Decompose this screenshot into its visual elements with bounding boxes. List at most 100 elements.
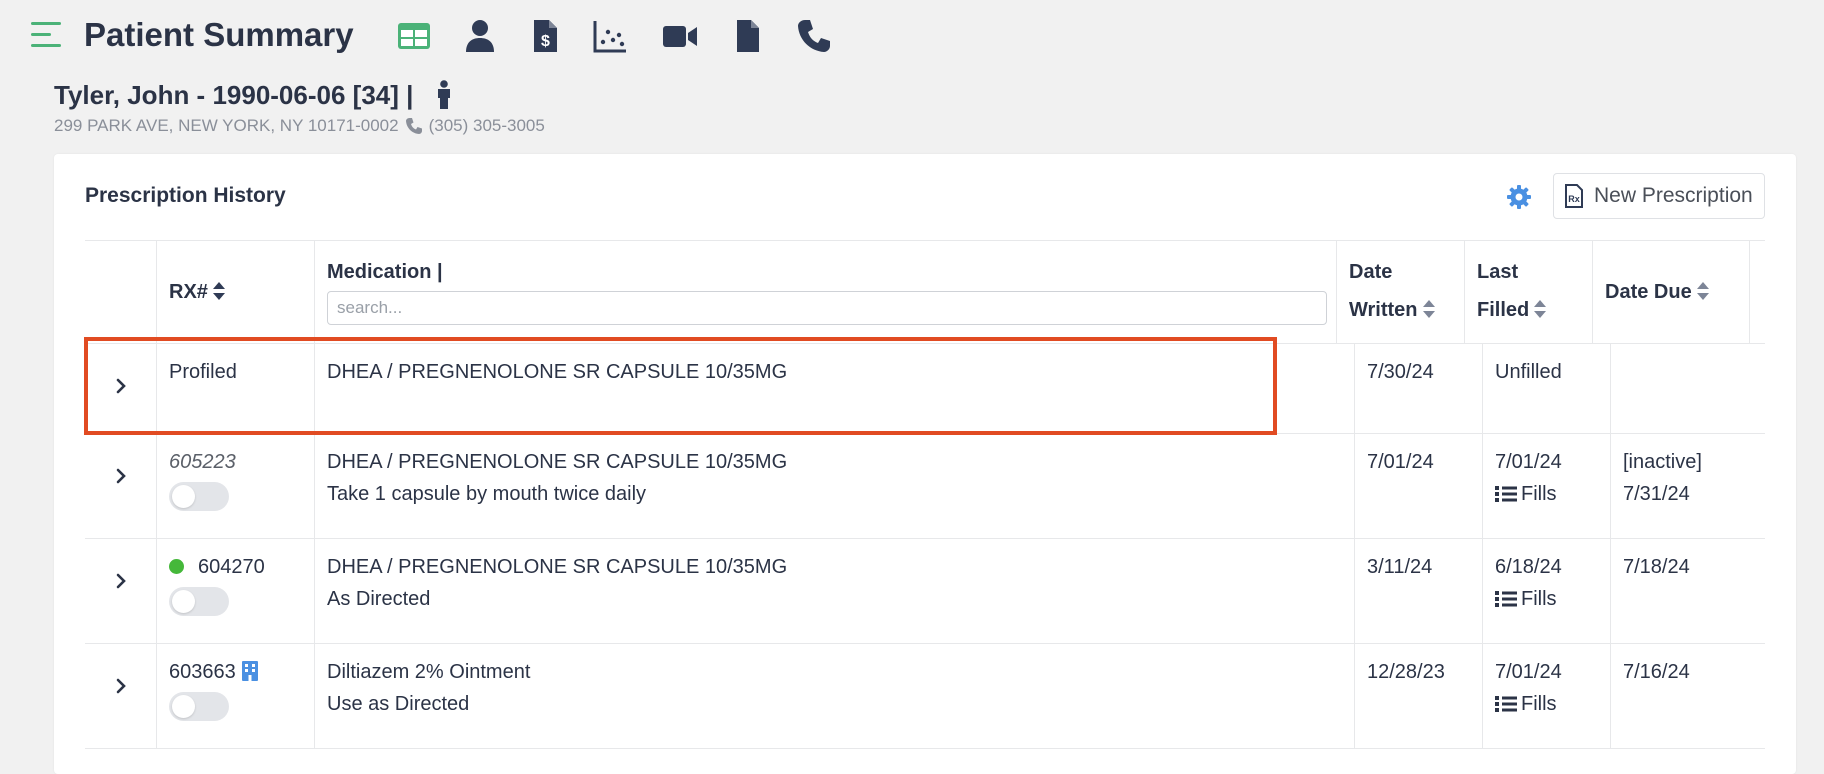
header-date-written[interactable]: Date Written <box>1337 241 1465 343</box>
auto-refill-toggle[interactable] <box>169 587 229 616</box>
status-active-dot <box>169 559 184 574</box>
patient-address: 299 PARK AVE, NEW YORK, NY 10171-0002 <box>54 116 399 135</box>
page-title: Patient Summary <box>84 16 354 53</box>
header-date-written-line2: Written <box>1349 299 1418 321</box>
header-medication-label: Medication | <box>327 261 443 283</box>
user-icon[interactable] <box>462 18 498 54</box>
date-due: 7/18/24 <box>1623 556 1690 578</box>
sort-icon[interactable] <box>1422 299 1436 319</box>
top-bar: Patient Summary $ <box>0 0 1824 74</box>
gear-icon[interactable] <box>1506 184 1532 210</box>
chevron-right-icon[interactable] <box>112 467 130 485</box>
rx-cell: 603663 <box>157 644 315 748</box>
date-due-status: [inactive] <box>1623 451 1702 473</box>
sort-icon[interactable] <box>212 281 226 301</box>
header-expand-col <box>85 241 157 343</box>
rx-cell: 605223 <box>157 434 315 538</box>
header-rx[interactable]: RX# <box>157 241 315 343</box>
rx-number: 603663 <box>169 661 236 683</box>
fills-label: Fills <box>1521 483 1557 505</box>
header-date-due[interactable]: Date Due <box>1593 241 1750 343</box>
new-prescription-button[interactable]: Rx New Prescription <box>1553 173 1765 219</box>
sort-icon[interactable] <box>1696 281 1710 301</box>
fills-link[interactable]: Fills <box>1495 583 1562 615</box>
expand-cell <box>85 644 157 748</box>
patient-name: Tyler, John - 1990-06-06 [34] | <box>54 80 414 110</box>
date-written-cell: 12/28/23 <box>1355 644 1483 748</box>
medication-search-input[interactable] <box>327 291 1327 325</box>
header-rx-label: RX# <box>169 281 208 303</box>
building-icon <box>241 661 258 681</box>
date-due-cell <box>1611 344 1765 433</box>
header-date-due-label: Date Due <box>1605 281 1692 303</box>
phone-icon <box>405 117 423 135</box>
table-row[interactable]: 603663 Diltiazem 2% Ointment Use as Dire… <box>85 644 1765 749</box>
date-due: 7/16/24 <box>1623 661 1690 683</box>
video-icon[interactable] <box>662 18 698 54</box>
medication-cell: Diltiazem 2% Ointment Use as Directed <box>315 644 1355 748</box>
fills-link[interactable]: Fills <box>1495 478 1562 510</box>
chevron-right-icon[interactable] <box>112 677 130 695</box>
list-icon <box>1495 591 1517 607</box>
chart-scatter-icon[interactable] <box>592 18 628 54</box>
menu-icon[interactable] <box>31 20 63 50</box>
date-written: 12/28/23 <box>1367 661 1445 683</box>
date-written: 7/30/24 <box>1367 361 1434 383</box>
invoice-icon[interactable]: $ <box>527 18 563 54</box>
document-icon[interactable] <box>730 18 766 54</box>
table-icon[interactable] <box>396 18 432 54</box>
medication-name: DHEA / PREGNENOLONE SR CAPSULE 10/35MG <box>327 556 788 578</box>
last-filled: 7/01/24 <box>1495 661 1562 683</box>
chevron-right-icon[interactable] <box>112 377 130 395</box>
rx-number: 605223 <box>169 451 236 473</box>
table-row[interactable]: 605223 DHEA / PREGNENOLONE SR CAPSULE 10… <box>85 434 1765 539</box>
chevron-right-icon[interactable] <box>112 572 130 590</box>
sort-icon[interactable] <box>1533 299 1547 319</box>
header-date-written-line1: Date <box>1349 261 1393 283</box>
header-last-filled-line2: Filled <box>1477 299 1530 321</box>
rx-cell: Profiled <box>157 344 315 433</box>
phone-icon[interactable] <box>796 18 832 54</box>
last-filled-cell: 7/01/24 Fills <box>1483 644 1611 748</box>
medication-name: DHEA / PREGNENOLONE SR CAPSULE 10/35MG <box>327 361 788 383</box>
date-written: 3/11/24 <box>1367 556 1433 578</box>
table-row[interactable]: 604270 DHEA / PREGNENOLONE SR CAPSULE 10… <box>85 539 1765 644</box>
patient-phone: (305) 305-3005 <box>428 116 545 135</box>
rx-number: Profiled <box>169 361 237 383</box>
header-last-filled[interactable]: Last Filled <box>1465 241 1593 343</box>
date-due: 7/31/24 <box>1623 483 1690 505</box>
patient-address-line: 299 PARK AVE, NEW YORK, NY 10171-0002 (3… <box>54 116 545 136</box>
table-row[interactable]: Profiled DHEA / PREGNENOLONE SR CAPSULE … <box>85 344 1765 434</box>
fills-label: Fills <box>1521 693 1557 715</box>
date-due-cell: 7/16/24 <box>1611 644 1765 748</box>
expand-cell <box>85 539 157 643</box>
expand-cell <box>85 344 157 433</box>
header-medication: Medication | <box>315 241 1337 343</box>
medication-cell: DHEA / PREGNENOLONE SR CAPSULE 10/35MG A… <box>315 539 1355 643</box>
date-written-cell: 7/30/24 <box>1355 344 1483 433</box>
auto-refill-toggle[interactable] <box>169 482 229 511</box>
expand-cell <box>85 434 157 538</box>
fills-link[interactable]: Fills <box>1495 688 1562 720</box>
last-filled-cell: 7/01/24 Fills <box>1483 434 1611 538</box>
rx-cell: 604270 <box>157 539 315 643</box>
last-filled: 7/01/24 <box>1495 451 1562 473</box>
date-due-cell: [inactive] 7/31/24 <box>1611 434 1765 538</box>
date-written: 7/01/24 <box>1367 451 1434 473</box>
prescription-table: RX# Medication | Date Written Last Fille… <box>85 240 1765 749</box>
medication-sig: Take 1 capsule by mouth twice daily <box>327 483 647 505</box>
list-icon <box>1495 696 1517 712</box>
header-last-filled-line1: Last <box>1477 261 1519 283</box>
medication-sig: As Directed <box>327 588 431 610</box>
date-written-cell: 7/01/24 <box>1355 434 1483 538</box>
medication-cell: DHEA / PREGNENOLONE SR CAPSULE 10/35MG T… <box>315 434 1355 538</box>
last-filled-cell: 6/18/24 Fills <box>1483 539 1611 643</box>
svg-text:Rx: Rx <box>1568 194 1580 204</box>
list-icon <box>1495 486 1517 502</box>
fills-label: Fills <box>1521 588 1557 610</box>
person-icon <box>433 80 455 110</box>
auto-refill-toggle[interactable] <box>169 692 229 721</box>
last-filled: Unfilled <box>1495 361 1562 383</box>
card-title: Prescription History <box>85 184 286 207</box>
medication-sig: Use as Directed <box>327 693 470 715</box>
